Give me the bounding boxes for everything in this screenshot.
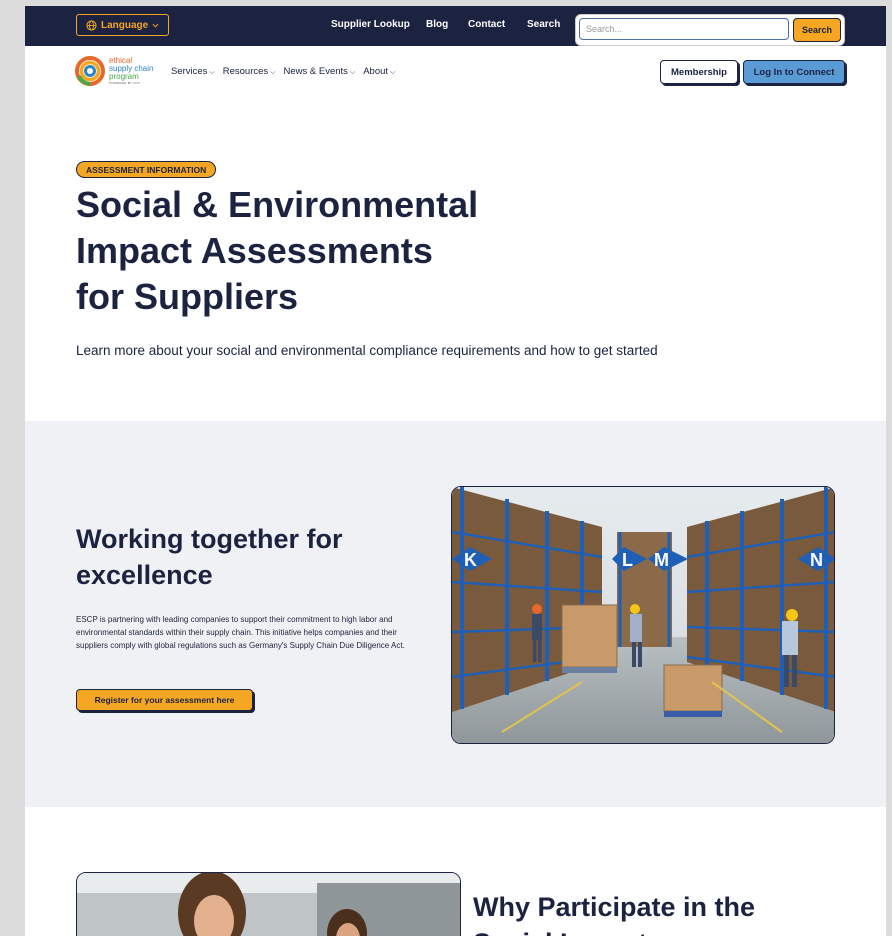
logo[interactable]: ethical supply chain program POWERED BY … (75, 56, 153, 86)
menu-services[interactable]: Services ⌵ (171, 66, 215, 77)
aisle-sign-m: M (654, 550, 669, 570)
login-button[interactable]: Log In to Connect (743, 60, 845, 84)
why-participate-line-2: Social Impact (473, 925, 873, 936)
aisle-sign-n: N (810, 550, 823, 570)
menu-news-events[interactable]: News & Events ⌵ (283, 66, 355, 77)
search-input[interactable] (579, 18, 789, 40)
hero-subtitle: Learn more about your social and environ… (76, 343, 658, 358)
page: Language Supplier Lookup Blog Contact Se… (25, 6, 886, 936)
logo-mark-icon (75, 56, 105, 86)
chevron-down-icon: ⌵ (349, 69, 356, 76)
menu: Services ⌵ Resources ⌵ News & Events ⌵ Abou… (171, 66, 395, 77)
hero-title-line-1: Social & Environmental (76, 184, 479, 225)
working-together-section: Working together for excellence ESCP is … (25, 421, 886, 807)
membership-button[interactable]: Membership (660, 60, 738, 84)
hero-title-line-2: Impact Assessments (76, 230, 433, 271)
warehouse-illustration: K L M N (452, 487, 834, 743)
supplier-lookup-link[interactable]: Supplier Lookup (331, 19, 410, 30)
section-title-line-1: Working together for (76, 524, 343, 554)
language-label: Language (101, 19, 149, 31)
warehouse-image: K L M N (451, 486, 835, 744)
register-button[interactable]: Register for your assessment here (76, 689, 253, 711)
logo-line-3: program (109, 71, 139, 81)
menu-resources-label: Resources (222, 66, 269, 77)
search-button[interactable]: Search (793, 18, 841, 42)
main-nav: ethical supply chain program POWERED BY … (25, 46, 886, 102)
team-photo-illustration (77, 873, 460, 936)
chevron-down-icon: ⌵ (270, 69, 276, 76)
logo-text: ethical supply chain program POWERED BY … (109, 56, 153, 86)
chevron-down-icon (152, 23, 159, 28)
hero-title-line-3: for Suppliers (76, 276, 299, 317)
menu-news-label: News & Events (283, 66, 348, 77)
search-box: Search (576, 15, 844, 45)
menu-about-label: About (363, 66, 389, 77)
menu-resources[interactable]: Resources ⌵ (223, 66, 276, 77)
language-button[interactable]: Language (76, 14, 170, 36)
section-title: Working together for excellence (76, 521, 436, 593)
hero-title: Social & Environmental Impact Assessment… (76, 182, 546, 320)
chevron-down-icon: ⌵ (390, 69, 396, 76)
globe-icon (86, 19, 97, 31)
section-title-line-2: excellence (76, 560, 213, 590)
logo-line-4: POWERED BY ICTI (109, 80, 141, 85)
aisle-sign-l: L (622, 550, 633, 570)
contact-link[interactable]: Contact (468, 19, 505, 30)
top-bar: Language Supplier Lookup Blog Contact Se… (25, 6, 886, 46)
assessment-badge: ASSESSMENT INFORMATION (76, 161, 217, 178)
why-participate-title: Why Participate in the Social Impact (473, 889, 873, 936)
aisle-sign-k: K (464, 550, 477, 570)
chevron-down-icon: ⌵ (209, 69, 215, 76)
why-participate-line-1: Why Participate in the (473, 892, 756, 922)
section-text: ESCP is partnering with leading companie… (76, 615, 405, 650)
menu-about[interactable]: About ⌵ (363, 66, 395, 77)
blog-link[interactable]: Blog (426, 19, 448, 30)
search-link[interactable]: Search (527, 19, 560, 30)
menu-services-label: Services (171, 66, 208, 77)
team-photo (76, 872, 461, 936)
